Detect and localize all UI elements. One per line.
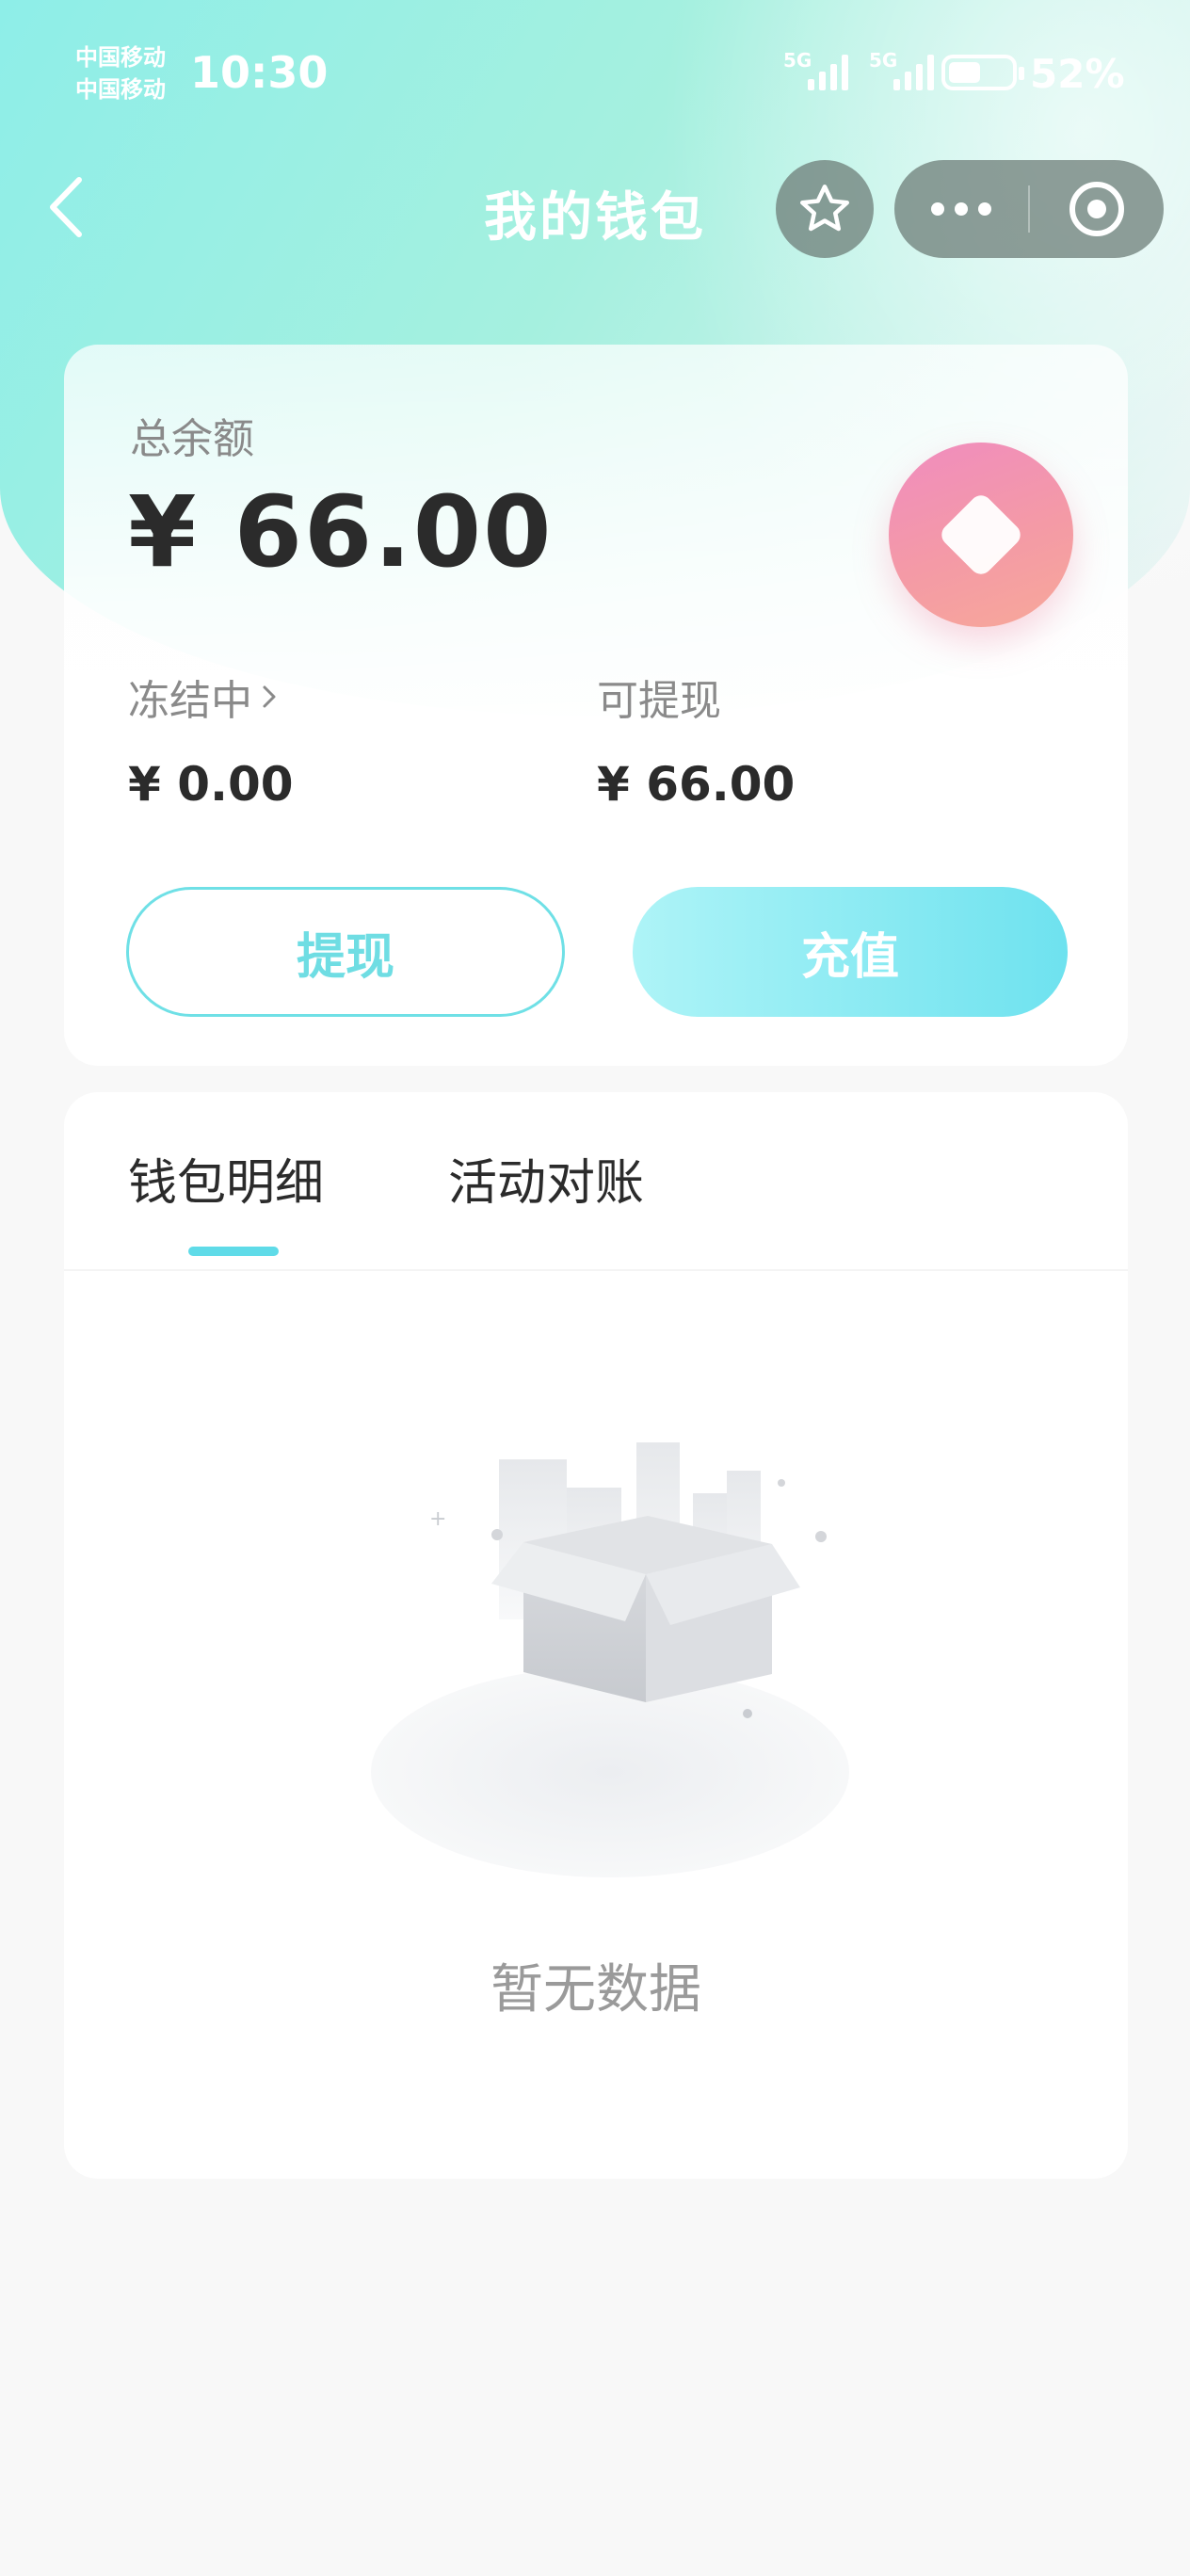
diamond-coin-icon (889, 443, 1073, 627)
signal-1-icon: 5G (783, 49, 848, 90)
carrier-1: 中国移动 (75, 44, 166, 71)
withdrawable-label: 可提现 (597, 677, 721, 725)
mini-program-capsule (894, 160, 1164, 258)
total-balance-label: 总余额 (130, 415, 254, 463)
total-balance-amount: ¥ 66.00 (128, 475, 554, 589)
status-time: 10:30 (190, 47, 329, 98)
close-button[interactable] (1030, 179, 1164, 239)
target-icon (1069, 182, 1124, 236)
wallet-detail-card: 钱包明细 活动对账 + 暂无数据 (64, 1092, 1128, 2179)
withdraw-button[interactable]: 提现 (126, 887, 565, 1017)
star-icon (800, 185, 849, 232)
empty-state-text: 暂无数据 (490, 1959, 701, 2021)
active-tab-indicator (188, 1247, 279, 1256)
battery-icon (941, 55, 1024, 90)
tab-wallet-detail[interactable]: 钱包明细 (128, 1143, 324, 1214)
signal-indicators: 5G 5G (783, 49, 934, 90)
carrier-names: 中国移动 中国移动 (75, 41, 166, 105)
frozen-amount: ¥ 0.00 (128, 757, 294, 812)
frozen-label: 冻结中 (128, 677, 252, 725)
network-type-2: 5G (869, 49, 898, 72)
diamond-icon (937, 491, 1025, 579)
status-bar: 中国移动 中国移动 10:30 5G 5G 52% (0, 0, 1190, 151)
signal-2-icon: 5G (869, 49, 934, 90)
favorite-button[interactable] (776, 160, 874, 258)
frozen-link[interactable]: 冻结中 (128, 667, 279, 727)
recharge-button[interactable]: 充值 (633, 887, 1068, 1017)
tab-activity-reconciliation[interactable]: 活动对账 (448, 1143, 644, 1214)
empty-box-icon: + (371, 1442, 849, 1877)
svg-text:+: + (429, 1507, 446, 1531)
tab-divider (64, 1269, 1128, 1271)
balance-card: 总余额 ¥ 66.00 冻结中 ¥ 0.00 可提现 ¥ 66.00 提现 充值 (64, 345, 1128, 1066)
more-dots-icon (931, 202, 944, 216)
withdrawable-amount: ¥ 66.00 (597, 757, 796, 812)
network-type-1: 5G (783, 49, 812, 72)
battery-percent: 52% (1030, 51, 1125, 97)
carrier-2: 中国移动 (75, 76, 166, 103)
more-button[interactable] (894, 202, 1028, 216)
battery-fill (949, 62, 980, 83)
chevron-right-icon (263, 685, 276, 708)
